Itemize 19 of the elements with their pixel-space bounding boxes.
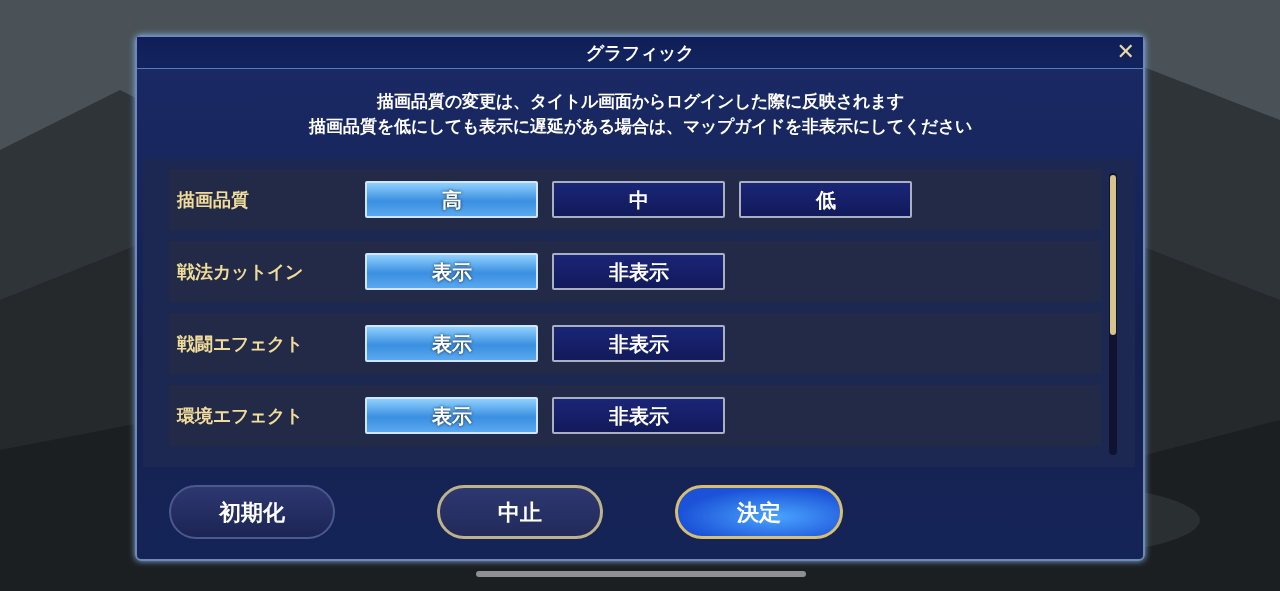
message-text: 描画品質を低にしても表示に遅延がある場合は、マップガイドを非表示にしてください [307, 115, 973, 138]
setting-label: 描画品質 [177, 188, 250, 212]
setting-label: 戦闘エフェクト [177, 332, 304, 356]
reset-button[interactable]: 初期化 [169, 485, 335, 539]
option-button[interactable]: 非表示 [552, 397, 725, 434]
scrollbar[interactable] [1109, 173, 1117, 455]
close-button[interactable]: ✕ [1112, 37, 1139, 67]
home-indicator[interactable] [476, 571, 806, 577]
scrollbar-thumb[interactable] [1110, 175, 1116, 335]
setting-label: 戦法カットイン [177, 260, 304, 284]
cancel-button[interactable]: 中止 [437, 485, 603, 539]
confirm-button[interactable]: 決定 [675, 485, 843, 539]
option-button[interactable]: 非表示 [552, 325, 725, 362]
option-button[interactable]: 非表示 [552, 253, 725, 290]
message-text: 描画品質の変更は、タイトル画面からログインした際に反映されます [375, 90, 905, 113]
window-title: グラフィック [586, 41, 694, 65]
option-button[interactable]: 低 [739, 181, 912, 218]
setting-label: 環境エフェクト [177, 404, 304, 428]
option-button[interactable]: 中 [552, 181, 725, 218]
